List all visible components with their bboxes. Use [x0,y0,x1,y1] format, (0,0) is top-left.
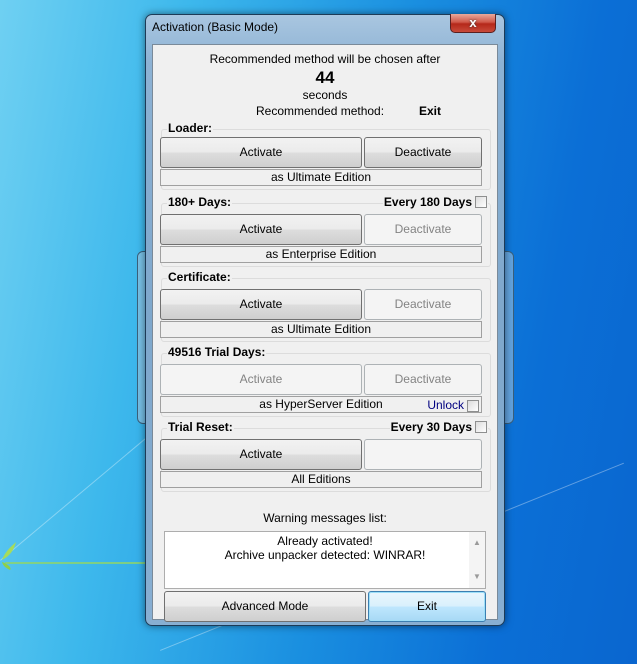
window-title: Activation (Basic Mode) [152,20,279,34]
every-180-days-label: Every 180 Days [383,195,472,209]
scroll-up-icon[interactable]: ▲ [469,536,485,550]
every-180-days-option[interactable]: Every 180 Days [382,195,488,209]
certificate-deactivate-button[interactable]: Deactivate [364,289,482,320]
180-days-activate-button[interactable]: Activate [160,214,362,245]
recommended-method-value: Exit [419,104,442,118]
advanced-mode-button[interactable]: Advanced Mode [164,591,366,622]
warning-message: Already activated! [277,534,373,548]
close-icon: x [469,15,477,30]
trial-reset-edition-field[interactable]: All Editions [160,471,482,488]
activation-window: Activation (Basic Mode) x Recommended me… [145,14,505,626]
trial-days-edition-text: as HyperServer Edition [259,397,383,411]
group-trial-reset: Trial Reset: Every 30 Days Activate All … [160,420,491,492]
countdown-text: Recommended method will be chosen after [209,52,441,66]
group-title: Trial Reset: [167,420,234,434]
every-180-days-checkbox[interactable] [475,196,487,208]
client-area: Recommended method will be chosen after … [152,44,498,622]
group-title: 180+ Days: [167,195,233,209]
trial-reset-activate-button[interactable]: Activate [160,439,362,470]
warning-messages-label: Warning messages list: [263,511,387,525]
180-days-deactivate-button[interactable]: Deactivate [364,214,482,245]
close-button[interactable]: x [450,14,496,33]
group-loader: Loader: Activate Deactivate as Ultimate … [160,121,491,190]
certificate-activate-button[interactable]: Activate [160,289,362,320]
unlock-checkbox[interactable] [467,399,479,412]
loader-deactivate-button[interactable]: Deactivate [364,137,482,168]
trial-reset-empty-button[interactable] [364,439,482,470]
loader-activate-button[interactable]: Activate [160,137,362,168]
exit-button[interactable]: Exit [368,591,486,622]
unlock-option[interactable]: Unlock [427,398,479,413]
messages-scrollbar[interactable]: ▲ ▼ [469,532,485,588]
warning-message: Archive unpacker detected: WINRAR! [224,548,426,562]
group-certificate: Certificate: Activate Deactivate as Ulti… [160,270,491,342]
certificate-edition-field[interactable]: as Ultimate Edition [160,321,482,338]
loader-edition-field[interactable]: as Ultimate Edition [160,169,482,186]
every-30-days-label: Every 30 Days [390,420,472,434]
wallpaper-stem [5,562,145,564]
every-30-days-checkbox[interactable] [475,421,487,433]
trial-days-edition-field[interactable]: as HyperServer Edition Unlock [160,396,482,413]
warning-messages-list[interactable]: Already activated! Archive unpacker dete… [164,531,486,589]
countdown-value: 44 [315,68,335,87]
trial-days-deactivate-button[interactable]: Deactivate [364,364,482,395]
scroll-down-icon[interactable]: ▼ [469,570,485,584]
unlock-label: Unlock [427,398,464,412]
group-title: Loader: [167,121,214,135]
group-180-days: 180+ Days: Every 180 Days Activate Deact… [160,195,491,267]
recommended-method-label: Recommended method: [256,104,385,118]
180-days-edition-field[interactable]: as Enterprise Edition [160,246,482,263]
every-30-days-option[interactable]: Every 30 Days [389,420,488,434]
group-title: Certificate: [167,270,232,284]
countdown-unit: seconds [302,88,348,102]
group-title: 49516 Trial Days: [167,345,267,359]
wallpaper-leaf-icon [2,542,16,570]
trial-days-activate-button[interactable]: Activate [160,364,362,395]
group-trial-days: 49516 Trial Days: Activate Deactivate as… [160,345,491,417]
